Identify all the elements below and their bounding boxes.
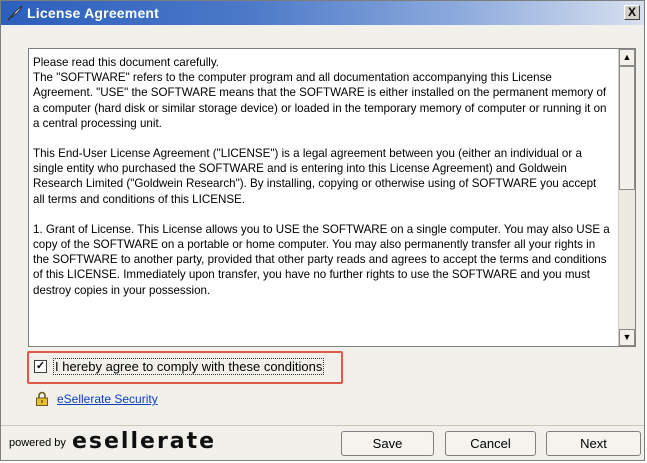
- feather-icon: [7, 5, 23, 21]
- agree-checkbox[interactable]: ✓: [34, 360, 47, 373]
- scroll-thumb[interactable]: [619, 66, 635, 190]
- close-button[interactable]: X: [624, 5, 640, 20]
- scroll-up-button[interactable]: ▲: [619, 49, 635, 66]
- scroll-down-button[interactable]: ▼: [619, 329, 635, 346]
- save-button[interactable]: Save: [341, 431, 434, 456]
- license-paragraph: 1. Grant of License. This License allows…: [33, 222, 610, 297]
- window-title: License Agreement: [27, 5, 160, 21]
- powered-by-label: powered by: [9, 437, 66, 449]
- esellerate-logo: esellerate: [72, 429, 217, 454]
- agree-label[interactable]: I hereby agree to comply with these cond…: [53, 358, 325, 375]
- esellerate-security-link[interactable]: eSellerate Security: [57, 392, 158, 406]
- bottom-bar: powered by esellerate Save Cancel Next: [1, 425, 644, 463]
- next-button[interactable]: Next: [546, 431, 641, 456]
- license-paragraph: Please read this document carefully. The…: [33, 56, 607, 130]
- license-paragraph: This End-User License Agreement ("LICENS…: [33, 147, 597, 206]
- title-bar[interactable]: License Agreement X: [1, 1, 644, 25]
- license-text: Please read this document carefully. The…: [33, 55, 611, 345]
- vertical-scrollbar[interactable]: ▲ ▼: [618, 49, 635, 346]
- lock-icon: [36, 391, 48, 406]
- cancel-button[interactable]: Cancel: [445, 431, 536, 456]
- license-dialog: License Agreement X Please read this doc…: [0, 0, 645, 461]
- license-text-box[interactable]: Please read this document carefully. The…: [28, 48, 636, 347]
